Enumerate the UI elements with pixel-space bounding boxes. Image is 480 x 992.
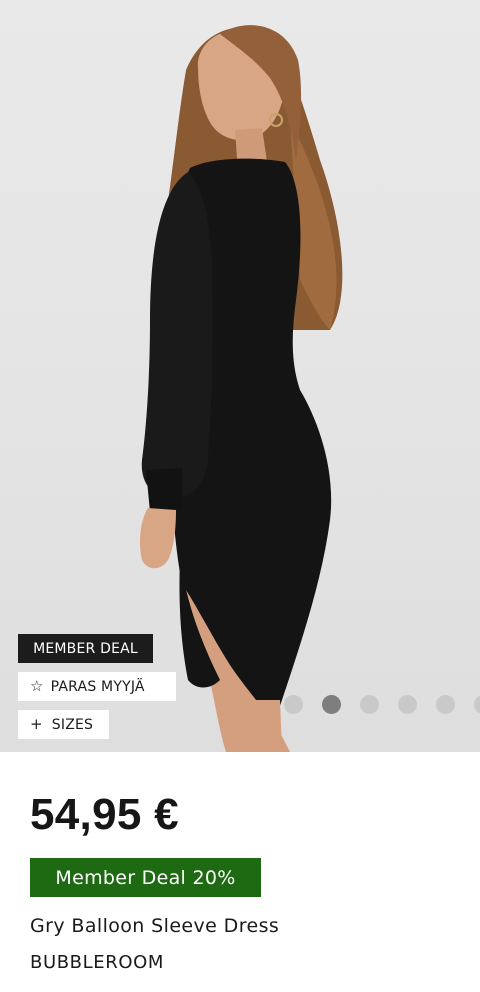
member-deal-badge: MEMBER DEAL xyxy=(18,634,153,663)
carousel-dot[interactable] xyxy=(474,694,480,714)
product-price: 54,95 € xyxy=(30,790,179,839)
bestseller-badge-label: PARAS MYYJÄ xyxy=(50,678,145,695)
sizes-button-label: SIZES xyxy=(51,716,94,733)
star-outline-icon: ☆ xyxy=(30,677,44,695)
brand-name[interactable]: BUBBLEROOM xyxy=(30,952,164,973)
member-deal-tag-label: Member Deal 20% xyxy=(55,866,236,889)
product-image[interactable]: MEMBER DEAL ☆ PARAS MYYJÄ + SIZES xyxy=(0,0,480,752)
carousel-dot[interactable] xyxy=(284,694,303,714)
bestseller-badge: ☆ PARAS MYYJÄ xyxy=(18,672,176,701)
carousel-dot-active[interactable] xyxy=(322,694,341,714)
carousel-dot[interactable] xyxy=(398,694,417,714)
sizes-button[interactable]: + SIZES xyxy=(18,710,109,739)
carousel-indicators xyxy=(284,694,480,714)
carousel-dot[interactable] xyxy=(360,694,379,714)
product-name[interactable]: Gry Balloon Sleeve Dress xyxy=(30,915,279,937)
carousel-dot[interactable] xyxy=(436,694,455,714)
member-deal-tag: Member Deal 20% xyxy=(30,858,261,897)
plus-icon: + xyxy=(30,715,43,733)
member-deal-badge-label: MEMBER DEAL xyxy=(33,640,138,657)
